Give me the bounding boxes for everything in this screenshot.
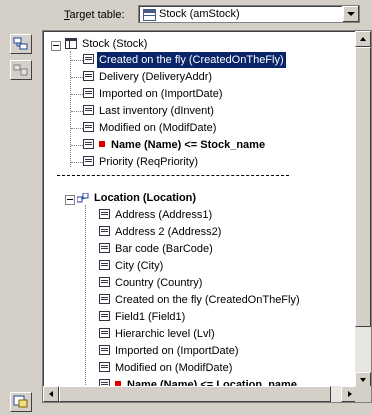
stock-field-delivery[interactable]: Delivery (DeliveryAddr) [69, 69, 214, 85]
stock-field-priority[interactable]: Priority (ReqPriority) [69, 154, 200, 170]
table-icon [143, 9, 156, 21]
link-icon [76, 192, 89, 203]
target-table-label: Target table: [64, 9, 125, 21]
field-icon [99, 209, 110, 220]
stock-field-created-on-the-fly[interactable]: Created on the fly (CreatedOnTheFly) [69, 51, 287, 69]
field-icon [99, 345, 110, 356]
target-table-value: Stock (amStock) [159, 8, 240, 20]
stock-field-name-mapped[interactable]: Name (Name) <= Stock_name [69, 137, 267, 153]
field-tree[interactable]: Stock (Stock) Created on the fly (Create… [42, 30, 372, 403]
scroll-left-button[interactable] [43, 386, 59, 402]
field-icon [99, 260, 110, 271]
collapse-location-toggle[interactable] [65, 195, 75, 205]
field-icon [83, 88, 94, 99]
location-field-field1[interactable]: Field1 (Field1) [85, 309, 187, 325]
wizard-icon [13, 395, 28, 408]
field-icon [83, 71, 94, 82]
map-fields-button[interactable] [10, 34, 32, 54]
scroll-up-button[interactable] [355, 31, 371, 47]
field-icon [83, 54, 94, 65]
field-icon [99, 362, 110, 373]
field-icon [99, 328, 110, 339]
vertical-scrollbar[interactable] [355, 31, 371, 388]
field-icon [83, 139, 94, 150]
map-fields-icon [13, 37, 28, 50]
location-field-created-on-the-fly[interactable]: Created on the fly (CreatedOnTheFly) [85, 292, 302, 308]
horizontal-scroll-thumb[interactable] [59, 386, 331, 402]
horizontal-scrollbar[interactable] [43, 386, 357, 402]
location-field-bar-code[interactable]: Bar code (BarCode) [85, 241, 215, 257]
location-field-hierarchic-level[interactable]: Hierarchic level (Lvl) [85, 326, 217, 342]
table-icon [65, 37, 77, 49]
field-icon [99, 277, 110, 288]
field-icon [99, 243, 110, 254]
field-icon [99, 294, 110, 305]
location-field-imported-on[interactable]: Imported on (ImportDate) [85, 343, 241, 359]
stock-field-last-inventory[interactable]: Last inventory (dInvent) [69, 103, 216, 119]
separator-line [57, 175, 289, 176]
mapped-marker-icon [99, 141, 105, 148]
field-icon [83, 105, 94, 116]
location-field-city[interactable]: City (City) [85, 258, 165, 274]
location-field-address[interactable]: Address (Address1) [85, 207, 214, 223]
tree-root-stock[interactable]: Stock (Stock) [65, 36, 149, 52]
unmap-fields-button[interactable] [10, 60, 32, 80]
field-icon [83, 122, 94, 133]
location-field-country[interactable]: Country (Country) [85, 275, 204, 291]
field-icon [99, 311, 110, 322]
target-table-select[interactable]: Stock (amStock) [138, 5, 360, 23]
location-field-address2[interactable]: Address 2 (Address2) [85, 224, 223, 240]
scroll-corner [355, 386, 371, 402]
field-icon [83, 156, 94, 167]
collapse-root-toggle[interactable] [51, 41, 61, 51]
vertical-scroll-thumb[interactable] [355, 47, 371, 327]
settings-button[interactable] [10, 392, 32, 412]
field-icon [99, 226, 110, 237]
stock-field-modified-on[interactable]: Modified on (ModifDate) [69, 120, 218, 136]
stock-field-imported-on[interactable]: Imported on (ImportDate) [69, 86, 225, 102]
tree-node-location[interactable]: Location (Location) [76, 190, 198, 206]
unmap-fields-icon [13, 64, 28, 76]
location-field-modified-on[interactable]: Modified on (ModifDate) [85, 360, 234, 376]
target-table-bar: Target table: Stock (amStock) [0, 0, 372, 28]
chevron-down-icon[interactable] [342, 6, 359, 22]
